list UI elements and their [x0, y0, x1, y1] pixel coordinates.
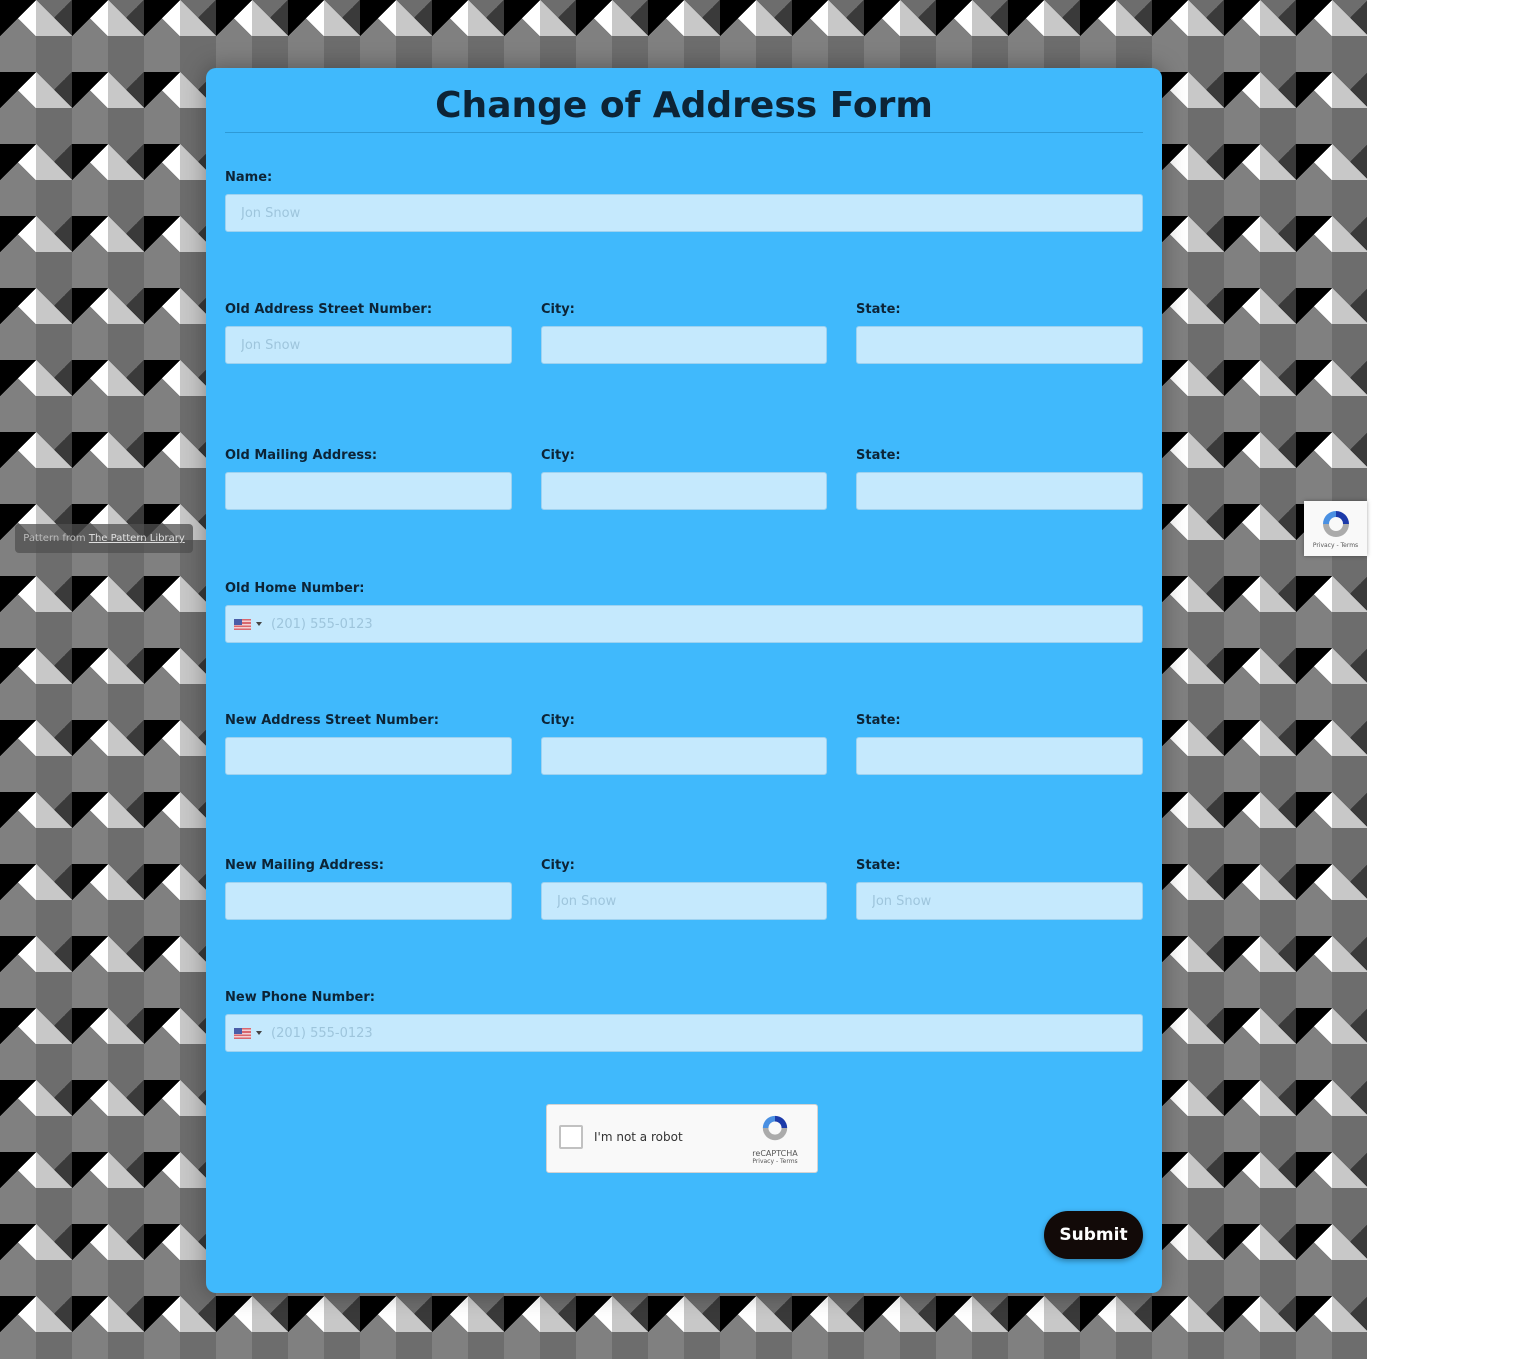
old-home-number-field	[225, 605, 1143, 643]
new-phone-number-label: New Phone Number:	[225, 990, 375, 1005]
old-home-number-label: Old Home Number:	[225, 581, 365, 596]
new-street-input[interactable]	[225, 737, 512, 775]
old-street-input[interactable]	[225, 326, 512, 364]
old-mailing-state-label: State:	[856, 448, 901, 463]
change-of-address-form: Change of Address Form Name: Old Address…	[206, 68, 1162, 1293]
new-mailing-city-label: City:	[541, 858, 575, 873]
recaptcha-logo-icon	[762, 1115, 788, 1141]
pattern-credit: Pattern from The Pattern Library	[15, 524, 193, 553]
recaptcha-badge[interactable]: Privacy - Terms	[1304, 501, 1367, 556]
submit-button[interactable]: Submit	[1044, 1211, 1143, 1259]
old-mailing-state-input[interactable]	[856, 472, 1143, 510]
recaptcha-logo-icon	[1322, 511, 1349, 537]
old-mailing-city-input[interactable]	[541, 472, 827, 510]
new-mailing-city-input[interactable]	[541, 882, 827, 920]
title-divider	[225, 132, 1143, 133]
pattern-credit-prefix: Pattern from	[23, 533, 89, 544]
new-mailing-state-label: State:	[856, 858, 901, 873]
new-state-label: State:	[856, 713, 901, 728]
form-title: Change of Address Form	[435, 85, 933, 126]
recaptcha-checkbox[interactable]	[559, 1125, 583, 1149]
old-city-label: City:	[541, 302, 575, 317]
name-label: Name:	[225, 170, 273, 185]
new-phone-number-input[interactable]	[271, 1015, 1142, 1051]
old-mailing-city-label: City:	[541, 448, 575, 463]
old-mailing-input[interactable]	[225, 472, 512, 510]
recaptcha-logo: reCAPTCHA Privacy - Terms	[745, 1113, 805, 1165]
old-city-input[interactable]	[541, 326, 827, 364]
us-flag-icon[interactable]	[234, 619, 251, 630]
name-input[interactable]	[225, 194, 1143, 232]
new-mailing-state-input[interactable]	[856, 882, 1143, 920]
recaptcha-badge-terms[interactable]: Privacy - Terms	[1313, 542, 1358, 549]
country-dropdown-caret-icon[interactable]	[256, 1031, 262, 1035]
recaptcha-brand: reCAPTCHA	[752, 1149, 798, 1158]
new-state-input[interactable]	[856, 737, 1143, 775]
new-mailing-label: New Mailing Address:	[225, 858, 384, 873]
country-dropdown-caret-icon[interactable]	[256, 622, 262, 626]
old-home-number-input[interactable]	[271, 606, 1142, 642]
new-street-label: New Address Street Number:	[225, 713, 439, 728]
new-mailing-input[interactable]	[225, 882, 512, 920]
new-city-label: City:	[541, 713, 575, 728]
pattern-library-link[interactable]: The Pattern Library	[89, 533, 185, 544]
new-city-input[interactable]	[541, 737, 827, 775]
recaptcha-widget: I'm not a robot reCAPTCHA Privacy - Term…	[546, 1104, 818, 1173]
old-state-label: State:	[856, 302, 901, 317]
recaptcha-label: I'm not a robot	[594, 1130, 683, 1144]
old-state-input[interactable]	[856, 326, 1143, 364]
new-phone-number-field	[225, 1014, 1143, 1052]
old-street-label: Old Address Street Number:	[225, 302, 433, 317]
old-mailing-label: Old Mailing Address:	[225, 448, 378, 463]
us-flag-icon[interactable]	[234, 1028, 251, 1039]
recaptcha-terms-link[interactable]: Privacy - Terms	[745, 1158, 805, 1165]
